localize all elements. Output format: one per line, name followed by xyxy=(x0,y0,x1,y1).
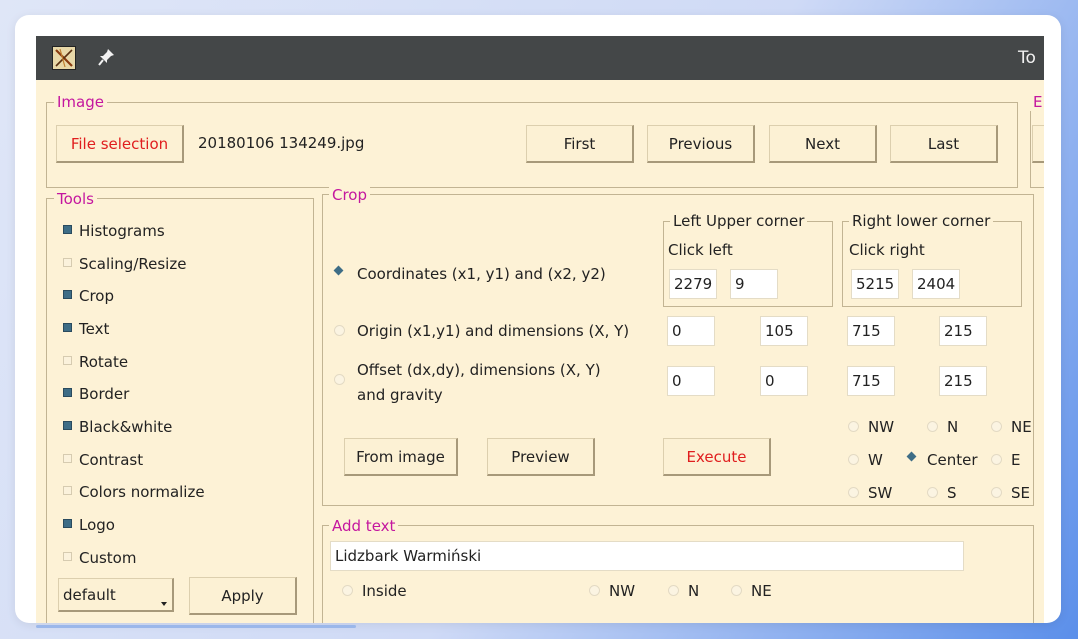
execute-button[interactable]: Execute xyxy=(663,438,771,476)
coordinates-mode-radio[interactable] xyxy=(334,266,345,277)
gravity-w-label[interactable]: W xyxy=(868,450,883,470)
black-white-label[interactable]: Black&white xyxy=(79,417,172,437)
gravity-s-radio[interactable] xyxy=(927,487,938,498)
logo-checkbox[interactable] xyxy=(63,519,72,528)
offset-height-field[interactable]: 215 xyxy=(939,366,987,396)
origin-mode-label[interactable]: Origin (x1,y1) and dimensions (X, Y) xyxy=(357,321,629,341)
app-logo-icon xyxy=(52,46,76,70)
crop-legend: Crop xyxy=(329,186,371,204)
gravity-e-radio[interactable] xyxy=(991,454,1002,465)
from-image-button[interactable]: From image xyxy=(344,438,458,476)
text-n-label[interactable]: N xyxy=(688,581,699,601)
text-inside-radio[interactable] xyxy=(342,585,353,596)
pin-icon[interactable] xyxy=(96,47,116,69)
text-nw-radio[interactable] xyxy=(589,585,600,596)
text-checkbox[interactable] xyxy=(63,323,72,332)
add-text-input[interactable]: Lidzbark Warmiński xyxy=(330,541,964,571)
last-button[interactable]: Last xyxy=(890,125,998,163)
first-button[interactable]: First xyxy=(526,125,634,163)
crop-checkbox[interactable] xyxy=(63,290,72,299)
custom-label[interactable]: Custom xyxy=(79,548,136,568)
left-upper-legend: Left Upper corner xyxy=(670,212,808,230)
origin-x1-field[interactable]: 0 xyxy=(667,316,715,346)
right-lower-x-field[interactable]: 5215 xyxy=(851,269,899,299)
origin-y1-field[interactable]: 105 xyxy=(760,316,808,346)
right-lower-legend: Right lower corner xyxy=(849,212,994,230)
window-title: To xyxy=(1018,48,1036,68)
preview-button[interactable]: Preview xyxy=(487,438,595,476)
offset-dy-field[interactable]: 0 xyxy=(760,366,808,396)
text-inside-label[interactable]: Inside xyxy=(362,581,407,601)
colors-normalize-checkbox[interactable] xyxy=(63,486,72,495)
chevron-down-icon xyxy=(161,602,167,606)
gravity-center-radio[interactable] xyxy=(907,452,918,463)
offset-dx-field[interactable]: 0 xyxy=(667,366,715,396)
gravity-e-label[interactable]: E xyxy=(1011,450,1020,470)
offset-width-field[interactable]: 715 xyxy=(847,366,895,396)
text-label[interactable]: Text xyxy=(79,319,109,339)
gravity-n-label[interactable]: N xyxy=(947,417,958,437)
image-legend: Image xyxy=(54,93,107,111)
origin-width-field[interactable]: 715 xyxy=(847,316,895,346)
coordinates-mode-label[interactable]: Coordinates (x1, y1) and (x2, y2) xyxy=(357,264,606,284)
click-left-hint: Click left xyxy=(668,241,733,259)
progress-indicator xyxy=(36,625,356,628)
rotate-checkbox[interactable] xyxy=(63,356,72,365)
contrast-label[interactable]: Contrast xyxy=(79,450,143,470)
origin-height-field[interactable]: 215 xyxy=(939,316,987,346)
right-frame-legend: E xyxy=(1030,93,1044,111)
apply-button[interactable]: Apply xyxy=(189,577,297,615)
border-label[interactable]: Border xyxy=(79,384,129,404)
app-window: To Image File selection 20180106 134249.… xyxy=(36,36,1044,623)
black-white-checkbox[interactable] xyxy=(63,421,72,430)
screenshot-card: To Image File selection 20180106 134249.… xyxy=(15,15,1061,623)
add-text-frame xyxy=(322,525,1034,623)
tools-legend: Tools xyxy=(54,190,97,208)
rotate-label[interactable]: Rotate xyxy=(79,352,128,372)
left-upper-y-field[interactable]: 9 xyxy=(730,269,778,299)
offset-mode-radio[interactable] xyxy=(334,374,345,385)
offset-mode-label[interactable]: Offset (dx,dy), dimensions (X, Y) and gr… xyxy=(357,358,633,408)
gravity-nw-radio[interactable] xyxy=(848,421,859,432)
previous-button[interactable]: Previous xyxy=(647,125,755,163)
left-upper-x-field[interactable]: 2279 xyxy=(669,269,717,299)
gravity-s-label[interactable]: S xyxy=(947,483,957,503)
histograms-label[interactable]: Histograms xyxy=(79,221,165,241)
origin-mode-radio[interactable] xyxy=(334,325,345,336)
gravity-center-label[interactable]: Center xyxy=(927,450,978,470)
histograms-checkbox[interactable] xyxy=(63,225,72,234)
contrast-checkbox[interactable] xyxy=(63,454,72,463)
next-button[interactable]: Next xyxy=(769,125,877,163)
colors-normalize-label[interactable]: Colors normalize xyxy=(79,482,205,502)
gravity-se-radio[interactable] xyxy=(991,487,1002,498)
text-ne-radio[interactable] xyxy=(731,585,742,596)
gravity-nw-label[interactable]: NW xyxy=(868,417,894,437)
scaling-resize-label[interactable]: Scaling/Resize xyxy=(79,254,186,274)
right-lower-y-field[interactable]: 2404 xyxy=(912,269,960,299)
preset-value: default xyxy=(63,585,116,604)
right-partial-button[interactable] xyxy=(1032,125,1044,163)
logo-label[interactable]: Logo xyxy=(79,515,115,535)
scaling-resize-checkbox[interactable] xyxy=(63,258,72,267)
text-n-radio[interactable] xyxy=(668,585,679,596)
gravity-ne-radio[interactable] xyxy=(991,421,1002,432)
custom-checkbox[interactable] xyxy=(63,552,72,561)
gravity-sw-label[interactable]: SW xyxy=(868,483,892,503)
gravity-n-radio[interactable] xyxy=(927,421,938,432)
gravity-sw-radio[interactable] xyxy=(848,487,859,498)
border-checkbox[interactable] xyxy=(63,388,72,397)
click-right-hint: Click right xyxy=(849,241,925,259)
crop-label[interactable]: Crop xyxy=(79,286,114,306)
file-selection-button[interactable]: File selection xyxy=(56,125,184,163)
gravity-w-radio[interactable] xyxy=(848,454,859,465)
gravity-se-label[interactable]: SE xyxy=(1011,483,1030,503)
text-ne-label[interactable]: NE xyxy=(751,581,772,601)
filename-label: 20180106 134249.jpg xyxy=(198,134,365,152)
gravity-ne-label[interactable]: NE xyxy=(1011,417,1032,437)
preset-dropdown[interactable]: default xyxy=(58,578,174,612)
text-nw-label[interactable]: NW xyxy=(609,581,635,601)
add-text-legend: Add text xyxy=(329,517,399,535)
title-bar: To xyxy=(36,36,1044,80)
